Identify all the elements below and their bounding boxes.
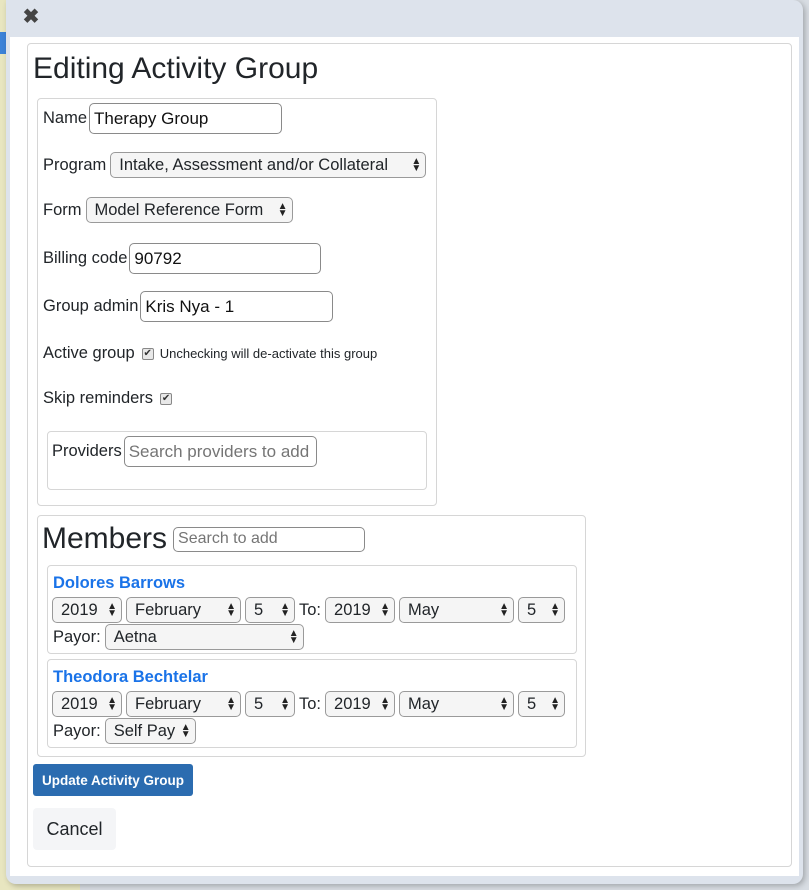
select-arrows-icon: ▲ ▼ xyxy=(280,601,290,619)
member-card: Theodora Bechtelar 2019 ▲ ▼ February ▲ ▼ 5 ▲ ▼… xyxy=(47,659,577,748)
select-arrows-icon: ▲ ▼ xyxy=(550,695,561,713)
select-arrows-icon: ▲ ▼ xyxy=(380,695,391,713)
program-row: Program Intake, Assessment and/or Collat… xyxy=(43,152,427,178)
program-label: Program xyxy=(43,155,107,174)
from-month-select[interactable]: February ▲ ▼ xyxy=(126,691,241,717)
form-row: Form Model Reference Form ▲ ▼ xyxy=(43,197,293,223)
dialog-titlebar: ✖ xyxy=(6,0,803,37)
active-hint: Unchecking will de-activate this group xyxy=(159,346,378,361)
to-label: To: xyxy=(299,600,322,619)
to-day-select[interactable]: 5 ▲ ▼ xyxy=(518,597,566,623)
to-year-select[interactable]: 2019 ▲ ▼ xyxy=(325,597,396,623)
from-day-value: 5 xyxy=(254,694,264,713)
to-day-value: 5 xyxy=(527,694,537,713)
to-month-select[interactable]: May ▲ ▼ xyxy=(399,597,515,623)
to-month-select[interactable]: May ▲ ▼ xyxy=(399,691,515,717)
from-day-value: 5 xyxy=(254,600,264,619)
name-label: Name xyxy=(43,109,88,127)
admin-label: Group admin xyxy=(43,297,139,315)
form-label: Form xyxy=(43,200,82,219)
select-arrows-icon: ▲ ▼ xyxy=(380,601,391,619)
members-search-input[interactable] xyxy=(173,526,366,552)
select-arrows-icon: ▲ ▼ xyxy=(280,695,290,713)
select-arrows-icon: ▲ ▼ xyxy=(180,722,191,740)
program-select[interactable]: Intake, Assessment and/or Collateral ▲ ▼ xyxy=(110,152,427,178)
from-day-select[interactable]: 5 ▲ ▼ xyxy=(245,597,295,623)
active-row: Active group ✔ Unchecking will de-activa… xyxy=(43,344,377,363)
from-month-select[interactable]: February ▲ ▼ xyxy=(126,597,241,623)
date-range-row: 2019 ▲ ▼ February ▲ ▼ 5 ▲ ▼ To: 2019 ▲ ▼ May ▲ ▼ 5… xyxy=(52,597,566,623)
select-arrows-icon: ▲ ▼ xyxy=(411,156,422,174)
select-arrows-icon: ▲ ▼ xyxy=(550,601,561,619)
edit-group-dialog: ✖ Editing Activity Group Name Program In… xyxy=(6,0,803,884)
select-arrows-icon: ▲ ▼ xyxy=(288,628,299,646)
admin-row: Group admin xyxy=(43,291,334,322)
form-select[interactable]: Model Reference Form ▲ ▼ xyxy=(85,197,293,223)
from-day-select[interactable]: 5 ▲ ▼ xyxy=(245,691,295,717)
payor-row: Payor: Self Pay ▲ ▼ xyxy=(53,718,196,744)
payor-label: Payor: xyxy=(53,721,101,740)
payor-label: Payor: xyxy=(53,627,101,646)
billing-label: Billing code xyxy=(43,249,128,267)
payor-select[interactable]: Self Pay ▲ ▼ xyxy=(104,718,196,744)
form-panel: Editing Activity Group Name Program Inta… xyxy=(27,43,792,867)
to-label: To: xyxy=(299,694,322,713)
select-arrows-icon: ▲ ▼ xyxy=(277,201,288,219)
payor-select[interactable]: Aetna ▲ ▼ xyxy=(104,624,304,650)
cancel-button[interactable]: Cancel xyxy=(33,808,116,850)
from-month-value: February xyxy=(135,694,202,713)
member-name-link[interactable]: Theodora Bechtelar xyxy=(53,668,208,687)
group-details: Name Program Intake, Assessment and/or C… xyxy=(37,98,437,506)
date-range-row: 2019 ▲ ▼ February ▲ ▼ 5 ▲ ▼ To: 2019 ▲ ▼ May ▲ ▼ 5… xyxy=(52,691,566,717)
payor-row: Payor: Aetna ▲ ▼ xyxy=(53,624,304,650)
providers-search-input[interactable] xyxy=(123,436,317,467)
select-arrows-icon: ▲ ▼ xyxy=(107,695,117,713)
member-name-link[interactable]: Dolores Barrows xyxy=(53,574,185,593)
providers-section: Providers xyxy=(47,431,427,490)
billing-code-input[interactable] xyxy=(129,243,322,274)
from-year-select[interactable]: 2019 ▲ ▼ xyxy=(52,691,122,717)
select-arrows-icon: ▲ ▼ xyxy=(226,695,236,713)
members-title: Members xyxy=(42,522,168,555)
form-value: Model Reference Form xyxy=(94,200,264,219)
to-year-value: 2019 xyxy=(334,694,371,713)
payor-value: Aetna xyxy=(113,627,157,646)
providers-row: Providers xyxy=(52,436,317,467)
name-input[interactable] xyxy=(89,103,283,134)
select-arrows-icon: ▲ ▼ xyxy=(107,601,117,619)
member-card: Dolores Barrows 2019 ▲ ▼ February ▲ ▼ 5 ▲ ▼ To… xyxy=(47,565,577,654)
providers-label: Providers xyxy=(52,442,122,460)
update-group-button[interactable]: Update Activity Group xyxy=(33,764,193,796)
select-arrows-icon: ▲ ▼ xyxy=(499,601,510,619)
from-year-value: 2019 xyxy=(61,694,98,713)
from-month-value: February xyxy=(135,600,202,619)
skip-label: Skip reminders xyxy=(43,389,154,407)
from-year-select[interactable]: 2019 ▲ ▼ xyxy=(52,597,122,623)
group-admin-input[interactable] xyxy=(140,291,334,322)
dialog-content: Editing Activity Group Name Program Inta… xyxy=(10,37,799,876)
to-year-select[interactable]: 2019 ▲ ▼ xyxy=(325,691,396,717)
members-section: Members Dolores Barrows 2019 ▲▼ February ▲… xyxy=(37,515,586,757)
page-title: Editing Activity Group xyxy=(33,52,319,85)
skip-row: Skip reminders ✔ xyxy=(43,389,178,408)
select-arrows-icon: ▲ ▼ xyxy=(499,695,510,713)
billing-row: Billing code xyxy=(43,243,322,274)
select-arrows-icon: ▲ ▼ xyxy=(226,601,236,619)
active-checkbox[interactable]: ✔ xyxy=(141,347,154,360)
from-year-value: 2019 xyxy=(61,600,98,619)
close-icon[interactable]: ✖ xyxy=(20,6,42,28)
to-year-value: 2019 xyxy=(334,600,371,619)
members-header: Members xyxy=(42,522,366,556)
to-month-value: May xyxy=(408,694,440,713)
skip-reminders-checkbox[interactable]: ✔ xyxy=(160,392,173,405)
to-month-value: May xyxy=(408,600,440,619)
payor-value: Self Pay xyxy=(113,721,176,740)
program-value: Intake, Assessment and/or Collateral xyxy=(119,155,389,174)
active-label: Active group xyxy=(43,344,135,362)
name-row: Name xyxy=(43,103,283,134)
to-day-select[interactable]: 5 ▲ ▼ xyxy=(518,691,566,717)
to-day-value: 5 xyxy=(527,600,537,619)
